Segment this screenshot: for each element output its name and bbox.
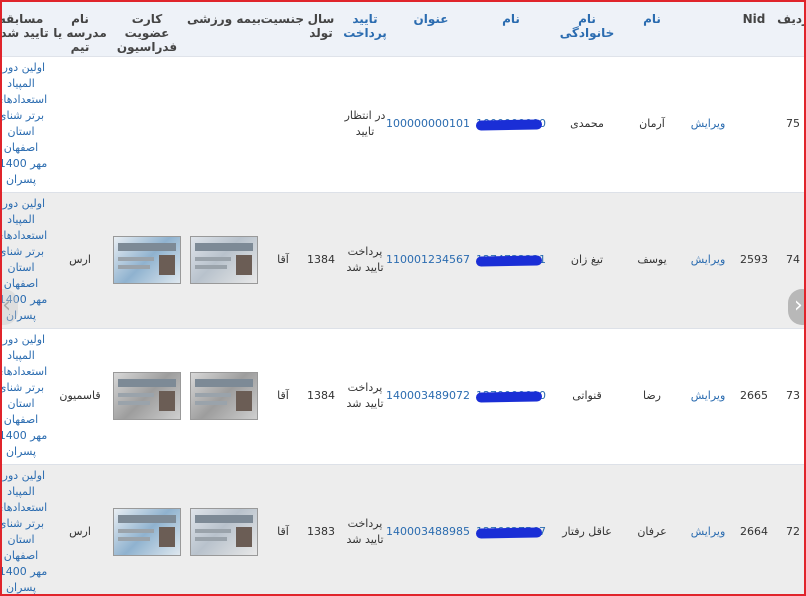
cell-birth: 1384	[307, 253, 335, 266]
cell-insurance	[186, 192, 262, 328]
col-family[interactable]: نام خانوادگی	[552, 2, 622, 57]
redaction-mark	[475, 527, 543, 539]
table-row: 72 2664 ویرایش عرفان عاقل رفتار 12766275…	[2, 464, 804, 594]
edit-link[interactable]: ویرایش	[682, 464, 734, 594]
cell-mobile: 1276627567	[470, 464, 552, 594]
table-row: 73 2665 ویرایش رضا قنواتی 1270000000 140…	[2, 328, 804, 464]
insurance-image[interactable]	[190, 508, 258, 556]
cell-birth: 1383	[307, 525, 335, 538]
cell-title[interactable]: 100000000101	[386, 56, 470, 192]
cell-card	[108, 192, 186, 328]
edit-link[interactable]: ویرایش	[682, 56, 734, 192]
edit-link[interactable]: ویرایش	[682, 328, 734, 464]
cell-payment: پرداخت تایید شد	[346, 517, 384, 546]
col-insurance: بیمه ورزشی	[186, 2, 262, 57]
col-school: نام مدرسه یا تیم	[52, 2, 108, 57]
cell-gender: آقا	[277, 253, 289, 266]
cell-title[interactable]: 140003489072	[386, 328, 470, 464]
cell-title[interactable]: 140003488985	[386, 464, 470, 594]
col-nid[interactable]: Nid	[734, 2, 774, 57]
cell-nid: 2593	[740, 253, 768, 266]
cell-family: عاقل رفتار	[562, 525, 612, 538]
col-radif[interactable]: ردیف	[774, 2, 804, 57]
cell-card	[108, 56, 186, 192]
cell-payment: پرداخت تایید شد	[346, 245, 384, 274]
cell-radif: 72	[786, 525, 800, 538]
col-gender: جنسیت	[261, 2, 304, 57]
cell-card	[108, 464, 186, 594]
cell-gender	[262, 56, 304, 192]
cell-family: تیغ زان	[570, 253, 604, 266]
cell-nid	[734, 56, 774, 192]
col-mobile[interactable]: نام	[470, 2, 552, 57]
membership-card-image[interactable]	[113, 236, 181, 284]
cell-competition[interactable]: اولین دوره المپیاد استعدادهای برتر شنای …	[2, 464, 52, 594]
redaction-mark	[475, 119, 543, 131]
cell-birth: 1384	[307, 389, 335, 402]
cell-family: محمدی	[570, 117, 604, 130]
cell-insurance	[186, 464, 262, 594]
table-row: 75 ویرایش آرمان محمدی 1000000000 1000000…	[2, 56, 804, 192]
cell-nid: 2665	[740, 389, 768, 402]
col-payment[interactable]: تایید پرداخت	[338, 2, 392, 57]
cell-name: عرفان	[637, 525, 667, 538]
table-row: 74 2593 ویرایش یوسف تیغ زان 1274732221 1…	[2, 192, 804, 328]
cell-school	[52, 56, 108, 192]
col-birth: سال تولد	[304, 2, 338, 57]
redaction-mark	[475, 391, 543, 403]
col-card: کارت عضویت فدراسیون	[108, 2, 186, 57]
membership-card-image[interactable]	[113, 508, 181, 556]
col-competition: مسابقه تایید شده	[2, 2, 52, 57]
cell-family: قنواتی	[572, 389, 602, 402]
chevron-right-icon[interactable]: ›	[788, 289, 804, 325]
cell-mobile: 1270000000	[470, 328, 552, 464]
cell-name: یوسف	[637, 253, 667, 266]
cell-insurance	[186, 56, 262, 192]
cell-title[interactable]: 110001234567	[386, 192, 470, 328]
redaction-mark	[475, 255, 543, 267]
cell-gender: آقا	[277, 525, 289, 538]
cell-school: ارس	[69, 525, 91, 538]
cell-school: قاسمیون	[59, 389, 101, 402]
cell-birth	[304, 56, 338, 192]
cell-nid: 2664	[740, 525, 768, 538]
cell-school: ارس	[69, 253, 91, 266]
cell-payment: پرداخت تایید شد	[346, 381, 384, 410]
cell-radif: 73	[786, 389, 800, 402]
edit-link[interactable]: ویرایش	[682, 192, 734, 328]
cell-card	[108, 328, 186, 464]
header-row: ردیف Nid نام نام خانوادگی نام عنوان تایی…	[2, 2, 804, 57]
cell-mobile: 1274732221	[470, 192, 552, 328]
insurance-image[interactable]	[190, 372, 258, 420]
cell-name: آرمان	[639, 117, 665, 130]
cell-radif: 75	[786, 117, 800, 130]
membership-card-image[interactable]	[113, 372, 181, 420]
insurance-image[interactable]	[190, 236, 258, 284]
cell-competition[interactable]: اولین دوره المپیاد استعدادهای برتر شنای …	[2, 56, 52, 192]
cell-insurance	[186, 328, 262, 464]
cell-name: رضا	[642, 389, 661, 402]
cell-payment: در انتظار تایید	[344, 109, 386, 138]
registrations-table: ردیف Nid نام نام خانوادگی نام عنوان تایی…	[2, 2, 804, 594]
col-edit	[682, 2, 734, 57]
screenshot-frame: ردیف Nid نام نام خانوادگی نام عنوان تایی…	[0, 0, 806, 596]
cell-mobile: 1000000000	[470, 56, 552, 192]
col-title[interactable]: عنوان	[392, 2, 470, 57]
col-name[interactable]: نام	[622, 2, 682, 57]
cell-competition[interactable]: اولین دوره المپیاد استعدادهای برتر شنای …	[2, 328, 52, 464]
cell-gender: آقا	[277, 389, 289, 402]
